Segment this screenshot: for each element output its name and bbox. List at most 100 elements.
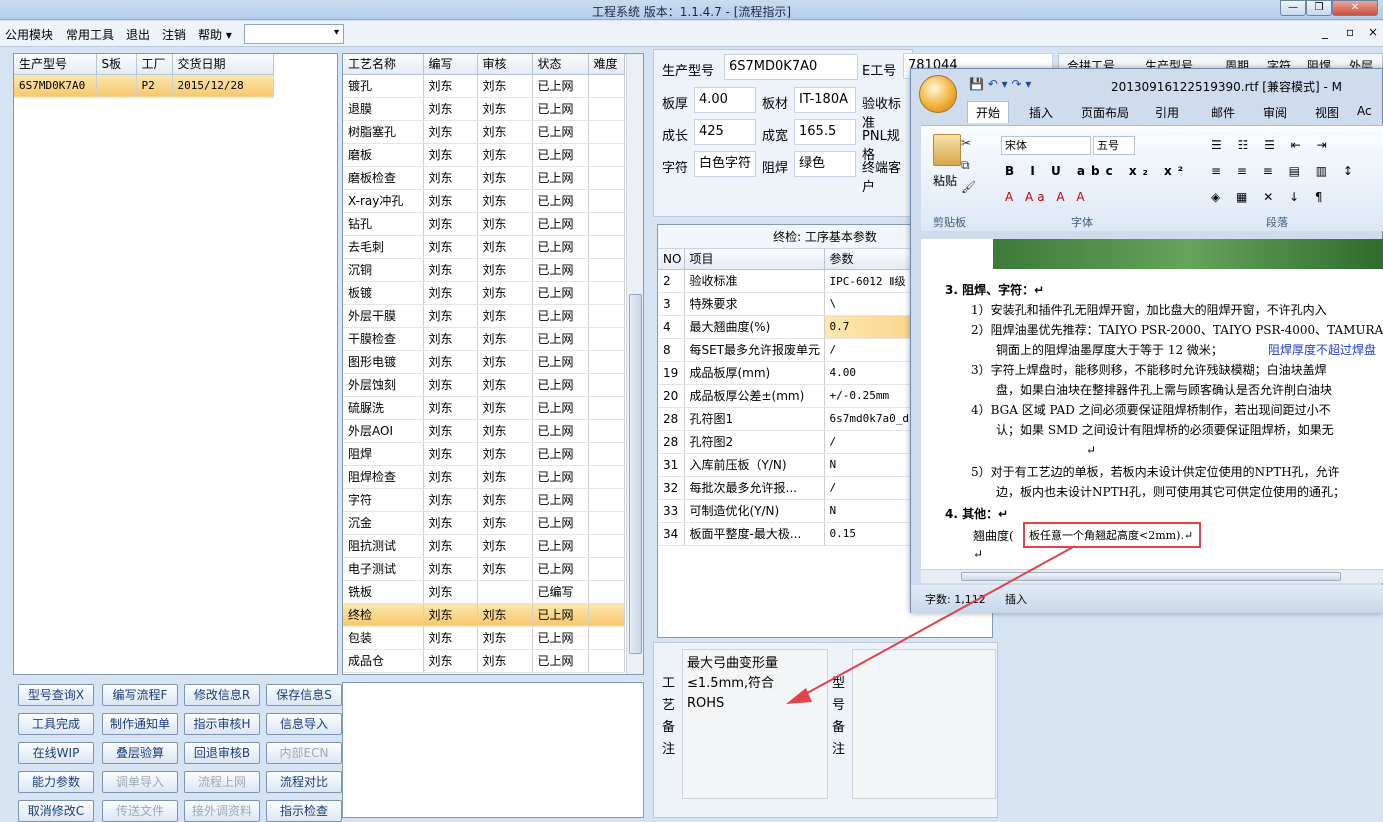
process-cell[interactable]: X-ray冲孔 <box>343 189 424 213</box>
process-cell[interactable] <box>588 419 625 443</box>
document-page[interactable]: 3. 阻焊、字符：↵ 1）安装孔和插件孔无阻焊开窗，加比盘大的阻焊开窗，不许孔内… <box>921 239 1383 569</box>
action-button[interactable]: 取消修改C <box>18 800 94 822</box>
width-field[interactable]: 165.5 <box>794 119 856 145</box>
minimize-button[interactable]: — <box>1280 0 1306 16</box>
process-cell[interactable]: 刘东 <box>423 442 478 466</box>
process-cell[interactable] <box>588 166 625 190</box>
process-header[interactable]: 状态 <box>532 54 589 75</box>
process-cell[interactable]: 刘东 <box>477 97 533 121</box>
process-cell[interactable] <box>588 120 625 144</box>
table-row[interactable]: 外层干膜 刘东 刘东 已上网 <box>343 304 625 328</box>
process-cell[interactable]: 刘东 <box>477 419 533 443</box>
process-cell[interactable]: 已上网 <box>532 488 589 512</box>
order-model[interactable]: 6S7MD0K7A0 <box>14 74 97 98</box>
process-cell[interactable]: 刘东 <box>423 511 478 535</box>
param-cell[interactable]: 19 <box>658 361 685 385</box>
process-cell[interactable]: 沉铜 <box>343 258 424 282</box>
process-cell[interactable]: 刘东 <box>423 488 478 512</box>
table-row[interactable]: 退膜 刘东 刘东 已上网 <box>343 97 625 121</box>
inner-minimize-button[interactable]: _ <box>1322 25 1328 39</box>
process-cell[interactable]: 硫脲洗 <box>343 396 424 420</box>
ribbon-tab[interactable]: 页面布局 <box>1081 104 1129 121</box>
param-cell[interactable]: 4 <box>658 315 685 339</box>
process-cell[interactable] <box>588 649 625 673</box>
font-size-select[interactable]: 五号 <box>1093 136 1135 155</box>
process-cell[interactable]: 刘东 <box>477 258 533 282</box>
process-cell[interactable] <box>588 74 625 98</box>
process-cell[interactable] <box>588 350 625 374</box>
process-cell[interactable]: 刘东 <box>423 557 478 581</box>
process-cell[interactable]: 板镀 <box>343 281 424 305</box>
orders-header[interactable]: 生产型号 <box>14 54 97 75</box>
process-cell[interactable]: 干膜检查 <box>343 327 424 351</box>
process-cell[interactable] <box>588 603 625 627</box>
process-cell[interactable] <box>588 488 625 512</box>
process-cell[interactable] <box>588 97 625 121</box>
process-cell[interactable]: 终检 <box>343 603 424 627</box>
inner-close-button[interactable]: × <box>1368 25 1378 39</box>
table-row[interactable]: 钻孔 刘东 刘东 已上网 <box>343 212 625 236</box>
process-cell[interactable]: 已上网 <box>532 442 589 466</box>
paste-label[interactable]: 粘贴 <box>933 172 957 189</box>
process-cell[interactable]: 已上网 <box>532 626 589 650</box>
table-row[interactable]: 磨板 刘东 刘东 已上网 <box>343 143 625 167</box>
process-cell[interactable] <box>588 212 625 236</box>
process-cell[interactable]: 镀孔 <box>343 74 424 98</box>
process-cell[interactable]: 刘东 <box>477 534 533 558</box>
process-cell[interactable]: 已上网 <box>532 281 589 305</box>
process-cell[interactable]: 刘东 <box>477 557 533 581</box>
process-cell[interactable]: 刘东 <box>477 74 533 98</box>
ribbon-tab[interactable]: 审阅 <box>1263 104 1287 121</box>
process-cell[interactable] <box>588 465 625 489</box>
menu-exit[interactable]: 退出 <box>126 26 150 43</box>
ribbon-tab[interactable]: 插入 <box>1029 104 1053 121</box>
process-cell[interactable]: 图形电镀 <box>343 350 424 374</box>
format-painter-icon[interactable]: 🖌 <box>961 180 976 194</box>
length-field[interactable]: 425 <box>694 119 756 145</box>
table-row[interactable]: 沉铜 刘东 刘东 已上网 <box>343 258 625 282</box>
table-row[interactable]: 成品仓 刘东 刘东 已上网 <box>343 649 625 673</box>
action-button[interactable]: 回退审核B <box>184 742 260 764</box>
param-cell[interactable]: 孔符图2 <box>684 430 825 454</box>
process-cell[interactable]: 已上网 <box>532 189 589 213</box>
ribbon-tab[interactable]: 开始 <box>967 101 1010 123</box>
table-row[interactable]: 外层蚀刻 刘东 刘东 已上网 <box>343 373 625 397</box>
param-cell[interactable]: 每批次最多允许报... <box>684 476 825 500</box>
menu-help[interactable]: 帮助 ▾ <box>198 26 232 43</box>
process-cell[interactable]: 已上网 <box>532 120 589 144</box>
process-cell[interactable]: 刘东 <box>477 396 533 420</box>
process-cell[interactable]: 刘东 <box>423 327 478 351</box>
process-cell[interactable]: 已上网 <box>532 212 589 236</box>
table-row[interactable]: 包装 刘东 刘东 已上网 <box>343 626 625 650</box>
table-row[interactable]: 图形电镀 刘东 刘东 已上网 <box>343 350 625 374</box>
table-row[interactable]: X-ray冲孔 刘东 刘东 已上网 <box>343 189 625 213</box>
param-cell[interactable]: 特殊要求 <box>684 292 825 316</box>
office-button[interactable] <box>919 75 957 113</box>
action-button[interactable]: 内部ECN <box>266 742 342 764</box>
param-cell[interactable]: 31 <box>658 453 685 477</box>
process-header[interactable]: 审核 <box>477 54 533 75</box>
process-cell[interactable]: 外层蚀刻 <box>343 373 424 397</box>
param-cell[interactable]: 28 <box>658 430 685 454</box>
close-button[interactable]: ✕ <box>1332 0 1378 16</box>
table-row[interactable]: 硫脲洗 刘东 刘东 已上网 <box>343 396 625 420</box>
menu-common-tools[interactable]: 常用工具 <box>66 26 114 43</box>
process-scrollbar[interactable] <box>626 54 643 674</box>
process-cell[interactable]: 刘东 <box>423 258 478 282</box>
process-cell[interactable]: 刘东 <box>423 97 478 121</box>
process-cell[interactable]: 刘东 <box>423 74 478 98</box>
process-cell[interactable]: 刘东 <box>423 166 478 190</box>
action-button[interactable]: 流程上网 <box>184 771 260 793</box>
process-cell[interactable]: 已上网 <box>532 97 589 121</box>
process-cell[interactable]: 刘东 <box>477 373 533 397</box>
process-cell[interactable]: 刘东 <box>477 235 533 259</box>
process-cell[interactable] <box>588 189 625 213</box>
table-row[interactable]: 字符 刘东 刘东 已上网 <box>343 488 625 512</box>
table-row[interactable]: 磨板检查 刘东 刘东 已上网 <box>343 166 625 190</box>
action-button[interactable]: 制作通知单 <box>102 713 178 735</box>
process-cell[interactable] <box>588 626 625 650</box>
action-button[interactable]: 保存信息S <box>266 684 342 706</box>
orders-header[interactable]: 交货日期 <box>172 54 274 75</box>
process-cell[interactable] <box>588 373 625 397</box>
table-row[interactable]: 树脂塞孔 刘东 刘东 已上网 <box>343 120 625 144</box>
